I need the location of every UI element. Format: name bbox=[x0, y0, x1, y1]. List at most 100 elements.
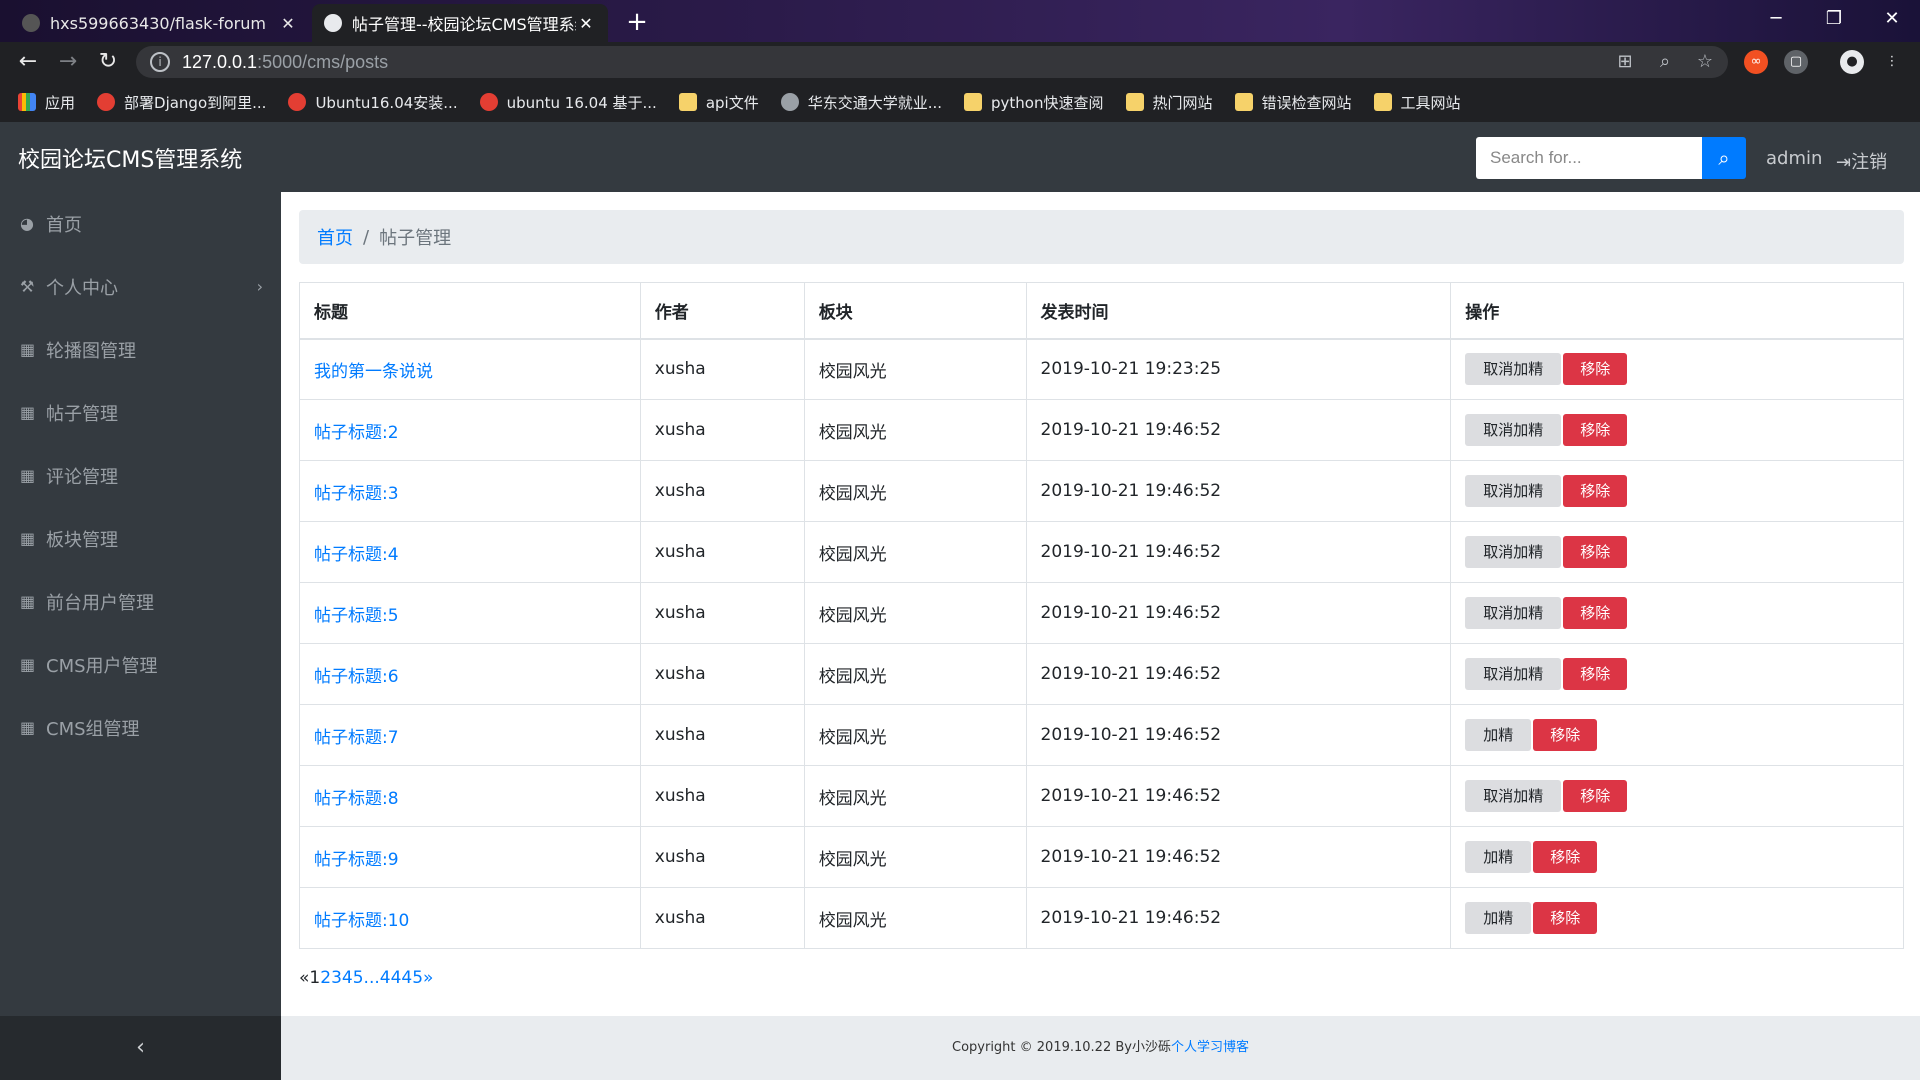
close-window-icon[interactable]: ✕ bbox=[1864, 0, 1920, 38]
pagination: «12345...4445» bbox=[299, 968, 433, 988]
close-tab-icon[interactable]: ✕ bbox=[278, 14, 298, 33]
site-info-icon[interactable]: i bbox=[150, 52, 170, 72]
remove-button[interactable]: 移除 bbox=[1563, 414, 1628, 446]
time-cell: 2019-10-21 19:46:52 bbox=[1025, 460, 1452, 522]
brand-title[interactable]: 校园论坛CMS管理系统 bbox=[18, 142, 242, 174]
extension-icon[interactable]: ∞ bbox=[1744, 50, 1768, 74]
sidebar-item-boards[interactable]: ▦ 板块管理 bbox=[0, 507, 281, 570]
logout-link[interactable]: ⇥注销 bbox=[1836, 148, 1887, 174]
minimize-icon[interactable]: ─ bbox=[1748, 0, 1804, 38]
search-button[interactable]: ⌕ bbox=[1702, 137, 1746, 179]
sidebar-item-home[interactable]: ◕ 首页 bbox=[0, 192, 281, 255]
bookmark-folder[interactable]: 热门网站 bbox=[1125, 92, 1213, 113]
highlight-toggle-button[interactable]: 取消加精 bbox=[1465, 597, 1562, 629]
sidebar-item-front-users[interactable]: ▦ 前台用户管理 bbox=[0, 570, 281, 633]
sidebar-toggle-button[interactable]: ‹ bbox=[0, 1016, 281, 1080]
post-title-link[interactable]: 帖子标题:9 bbox=[314, 850, 399, 870]
highlight-toggle-button[interactable]: 加精 bbox=[1465, 902, 1532, 934]
address-bar[interactable]: i 127.0.0.1:5000/cms/posts ⊞ ⌕ ☆ bbox=[136, 46, 1728, 78]
new-tab-button[interactable]: + bbox=[620, 6, 654, 40]
table-row: 帖子标题:4 xusha 校园风光 2019-10-21 19:46:52 取消加精 移除 bbox=[299, 521, 1904, 583]
pagination-page[interactable]: 2 bbox=[320, 968, 331, 988]
board-cell: 校园风光 bbox=[803, 338, 1027, 400]
pagination-page[interactable]: 4 bbox=[342, 968, 353, 988]
column-header: 标题 bbox=[299, 282, 641, 340]
blog-link[interactable]: 个人学习博客 bbox=[1171, 1040, 1249, 1055]
pagination-page[interactable]: 4445 bbox=[380, 968, 423, 988]
post-title-link[interactable]: 帖子标题:4 bbox=[314, 545, 399, 565]
pagination-page[interactable]: 5 bbox=[353, 968, 364, 988]
time-cell: 2019-10-21 19:46:52 bbox=[1025, 521, 1452, 583]
highlight-toggle-button[interactable]: 取消加精 bbox=[1465, 536, 1562, 568]
search-input[interactable] bbox=[1476, 137, 1702, 179]
bookmark-folder[interactable]: 工具网站 bbox=[1373, 92, 1461, 113]
close-tab-icon[interactable]: ✕ bbox=[576, 14, 596, 33]
remove-button[interactable]: 移除 bbox=[1563, 658, 1628, 690]
bookmark-star-icon[interactable]: ☆ bbox=[1690, 46, 1720, 78]
csdn-icon bbox=[288, 93, 307, 111]
highlight-toggle-button[interactable]: 取消加精 bbox=[1465, 475, 1562, 507]
table-row: 帖子标题:2 xusha 校园风光 2019-10-21 19:46:52 取消加精 移除 bbox=[299, 399, 1904, 461]
bookmark-item[interactable]: 应用 bbox=[18, 92, 75, 113]
sidebar-item-banners[interactable]: ▦ 轮播图管理 bbox=[0, 318, 281, 381]
remove-button[interactable]: 移除 bbox=[1563, 353, 1628, 386]
profile-icon[interactable]: ● bbox=[1840, 50, 1864, 74]
remove-button[interactable]: 移除 bbox=[1563, 780, 1628, 812]
translate-icon[interactable]: ⊞ bbox=[1610, 46, 1640, 78]
bookmark-folder[interactable]: api文件 bbox=[678, 92, 759, 113]
highlight-toggle-button[interactable]: 取消加精 bbox=[1465, 414, 1562, 446]
zoom-icon[interactable]: ⌕ bbox=[1650, 46, 1680, 78]
bookmarks-bar: 应用 部署Django到阿里... Ubuntu16.04安装... ubunt… bbox=[0, 82, 1920, 122]
bookmark-item[interactable]: ubuntu 16.04 基于... bbox=[479, 92, 657, 113]
bookmark-folder[interactable]: python快速查阅 bbox=[964, 92, 1104, 113]
post-title-link[interactable]: 帖子标题:7 bbox=[314, 728, 399, 748]
breadcrumb-home-link[interactable]: 首页 bbox=[317, 224, 353, 250]
post-title-link[interactable]: 帖子标题:5 bbox=[314, 606, 399, 626]
sidebar-item-profile[interactable]: ⚒ 个人中心 › bbox=[0, 255, 281, 318]
username-link[interactable]: admin bbox=[1766, 148, 1822, 169]
csdn-icon bbox=[479, 93, 498, 111]
remove-button[interactable]: 移除 bbox=[1533, 719, 1598, 751]
remove-button[interactable]: 移除 bbox=[1533, 841, 1598, 873]
browser-tab-github[interactable]: hxs599663430/flask-forum ✕ bbox=[10, 4, 310, 42]
post-title-link[interactable]: 帖子标题:8 bbox=[314, 789, 399, 809]
post-title-link[interactable]: 帖子标题:2 bbox=[314, 423, 399, 443]
remove-button[interactable]: 移除 bbox=[1533, 902, 1598, 934]
back-icon[interactable]: ← bbox=[12, 46, 44, 78]
bookmark-item[interactable]: 华东交通大学就业... bbox=[780, 92, 942, 113]
highlight-toggle-button[interactable]: 取消加精 bbox=[1465, 353, 1562, 386]
bookmark-item[interactable]: Ubuntu16.04安装... bbox=[288, 92, 458, 113]
remove-button[interactable]: 移除 bbox=[1563, 536, 1628, 568]
pagination-page[interactable]: 3 bbox=[331, 968, 342, 988]
remove-button[interactable]: 移除 bbox=[1563, 597, 1628, 629]
browser-tab-active[interactable]: 帖子管理--校园论坛CMS管理系统 ✕ bbox=[312, 4, 608, 42]
forward-icon[interactable]: → bbox=[52, 46, 84, 78]
menu-icon[interactable]: ⋮ bbox=[1880, 50, 1904, 74]
restore-icon[interactable]: ❐ bbox=[1806, 0, 1862, 38]
bookmark-item[interactable]: 部署Django到阿里... bbox=[97, 92, 266, 113]
sidebar-item-posts[interactable]: ▦ 帖子管理 bbox=[0, 381, 281, 444]
pagination-next[interactable]: » bbox=[423, 968, 433, 988]
board-cell: 校园风光 bbox=[803, 643, 1027, 705]
post-title-link[interactable]: 帖子标题:10 bbox=[314, 911, 409, 931]
remove-button[interactable]: 移除 bbox=[1563, 475, 1628, 507]
sidebar-item-cms-groups[interactable]: ▦ CMS组管理 bbox=[0, 696, 281, 759]
highlight-toggle-button[interactable]: 加精 bbox=[1465, 841, 1532, 873]
highlight-toggle-button[interactable]: 取消加精 bbox=[1465, 658, 1562, 690]
extension-icon[interactable]: ▢ bbox=[1784, 50, 1808, 74]
sidebar: ◕ 首页 ⚒ 个人中心 › ▦ 轮播图管理 ▦ 帖子管理 ▦ 评论管理 ▦ 板块管理 ▦ 前台用… bbox=[0, 192, 281, 1080]
post-title-link[interactable]: 帖子标题:3 bbox=[314, 484, 399, 504]
pagination-prev[interactable]: « bbox=[299, 968, 309, 988]
post-title-link[interactable]: 我的第一条说说 bbox=[314, 362, 433, 382]
sidebar-item-cms-users[interactable]: ▦ CMS用户管理 bbox=[0, 633, 281, 696]
reload-icon[interactable]: ↻ bbox=[92, 46, 124, 78]
highlight-toggle-button[interactable]: 加精 bbox=[1465, 719, 1532, 751]
sidebar-item-comments[interactable]: ▦ 评论管理 bbox=[0, 444, 281, 507]
sign-out-icon: ⇥ bbox=[1836, 152, 1852, 173]
post-title-link[interactable]: 帖子标题:6 bbox=[314, 667, 399, 687]
post-title-cell: 帖子标题:3 bbox=[299, 460, 641, 522]
table-icon: ▦ bbox=[20, 718, 36, 737]
bookmark-folder[interactable]: 错误检查网站 bbox=[1234, 92, 1352, 113]
copyright-text: Copyright © 2019.10.22 By小沙砾 bbox=[952, 1040, 1171, 1055]
highlight-toggle-button[interactable]: 取消加精 bbox=[1465, 780, 1562, 812]
